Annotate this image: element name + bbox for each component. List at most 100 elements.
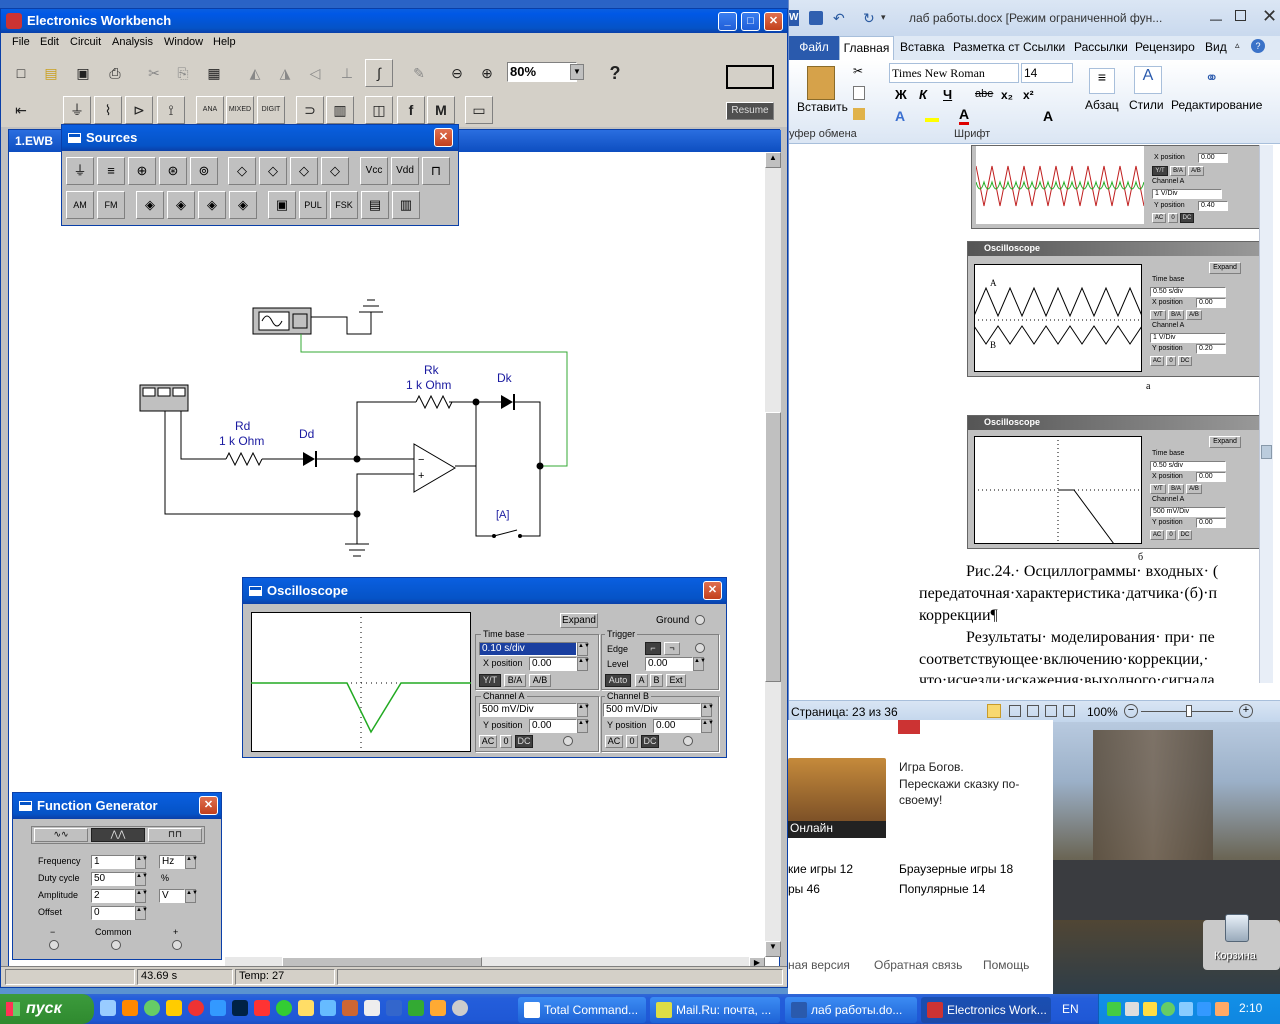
transistors-bin-icon[interactable]: ⟟ [157, 96, 185, 124]
source-ac-current-icon[interactable]: ⊚ [190, 157, 218, 185]
tray-icon-6[interactable] [1197, 1002, 1211, 1016]
footer-feedback[interactable]: Обратная связь [874, 958, 962, 972]
terminal-minus[interactable] [49, 940, 59, 950]
ql-icon-11[interactable] [320, 1000, 336, 1016]
undo-icon[interactable]: ↶ [833, 10, 845, 27]
view-web-icon[interactable] [1027, 705, 1039, 717]
new-file-icon[interactable]: □ [7, 59, 35, 87]
source-ground-2-icon[interactable]: ≡ [97, 157, 125, 185]
scope-probe-wire[interactable] [300, 334, 568, 467]
highlight-icon[interactable] [925, 108, 939, 122]
styles-icon[interactable]: A [1134, 66, 1162, 94]
subscript-button[interactable]: x₂ [1001, 88, 1013, 102]
terminal-common[interactable] [111, 940, 121, 950]
zoom-out-button[interactable]: − [1124, 704, 1138, 718]
paste-button-label[interactable]: Вставить [797, 100, 848, 114]
flip-vertical-icon[interactable]: ◁ [301, 59, 329, 87]
font-name-input[interactable]: Times New Roman [889, 63, 1019, 83]
word-icon[interactable]: W [789, 10, 799, 26]
trigger-b-button[interactable]: B [650, 674, 663, 687]
analog-ic-bin-icon[interactable]: ANA [196, 96, 224, 124]
tray-icon-3[interactable] [1143, 1002, 1157, 1016]
channel-b-scale-input[interactable]: 500 mV/Div [603, 703, 701, 717]
level-spin[interactable]: ▲▼ [693, 657, 706, 671]
opamp[interactable] [413, 443, 456, 493]
word-minimize-button[interactable]: — [1210, 12, 1222, 26]
link-popular[interactable]: Популярные 14 [899, 882, 985, 896]
source-save-icon[interactable]: ▣ [268, 191, 296, 219]
styles-label[interactable]: Стили [1129, 98, 1164, 112]
italic-button[interactable]: К [919, 87, 927, 102]
amplitude-input[interactable]: 2 [91, 889, 135, 903]
indicators-bin-icon[interactable]: ◫ [365, 96, 393, 124]
sources-bin-icon[interactable]: ⏚ [63, 96, 91, 124]
channel-a-scale-spin[interactable]: ▲▼ [577, 703, 590, 717]
source-pwl-1-icon[interactable]: ▤ [361, 191, 389, 219]
paragraph-icon[interactable]: ≡ [1089, 68, 1115, 94]
tab-file[interactable]: Файл [789, 36, 839, 60]
ql-icon-2[interactable] [122, 1000, 138, 1016]
zoom-level[interactable]: 100% [1087, 705, 1118, 719]
basic-bin-icon[interactable]: ⌇ [94, 96, 122, 124]
ql-icon-9[interactable] [276, 1000, 292, 1016]
sine-wave-button[interactable]: ∿∿ [34, 828, 88, 842]
link-browser-games[interactable]: Браузерные игры 18 [899, 862, 1013, 876]
source-ac-voltage-icon[interactable]: ⊛ [159, 157, 187, 185]
find-binoculars-icon[interactable]: ⚭ [1205, 68, 1218, 88]
rotate-icon[interactable]: ◭ [241, 59, 269, 87]
duty-cycle-spin[interactable]: ▲▼ [135, 872, 148, 886]
channel-a-ypos-spin[interactable]: ▲▼ [577, 719, 590, 733]
tab-references[interactable]: Ссылки [1023, 40, 1065, 54]
circuit-vertical-scrollbar[interactable]: ▲ ▼ [765, 152, 781, 957]
oscilloscope-ground-terminal[interactable] [695, 615, 705, 625]
trigger-a-button[interactable]: A [635, 674, 648, 687]
square-wave-button[interactable]: ⊓⊓ [148, 828, 202, 842]
ql-icon-8[interactable] [254, 1000, 270, 1016]
oscilloscope-instrument-icon[interactable] [252, 307, 312, 335]
component-properties-icon[interactable]: ✎ [405, 59, 433, 87]
duty-cycle-input[interactable]: 50 [91, 872, 135, 886]
digital-ic-bin-icon[interactable]: DIGIT [257, 96, 285, 124]
paragraph-label[interactable]: Абзац [1085, 98, 1119, 112]
diode-dk[interactable] [501, 394, 515, 410]
zoom-slider-thumb[interactable] [1186, 705, 1192, 717]
ground-symbol[interactable] [345, 543, 369, 557]
zoom-in-icon[interactable]: ⊕ [473, 59, 501, 87]
source-dc-voltage-icon[interactable]: ⊕ [128, 157, 156, 185]
oscilloscope-expand-button[interactable]: Expand [560, 613, 598, 628]
channel-a-ac-button[interactable]: AC [479, 735, 497, 748]
ewb-close-button[interactable]: ✕ [764, 12, 783, 31]
source-vcc-icon[interactable]: Vcc [360, 157, 388, 185]
trigger-auto-button[interactable]: Auto [605, 674, 631, 687]
zoom-out-icon[interactable]: ⊖ [443, 59, 471, 87]
print-icon[interactable]: ⎙ [101, 59, 129, 87]
menu-circuit[interactable]: Circuit [70, 36, 101, 48]
tray-icon-7[interactable] [1215, 1002, 1229, 1016]
tray-icon-1[interactable] [1107, 1002, 1121, 1016]
copy-icon[interactable] [853, 86, 865, 100]
clock[interactable]: 2:10 [1239, 1001, 1262, 1015]
level-input[interactable]: 0.00 [645, 657, 693, 671]
timebase-spin[interactable]: ▲▼ [577, 642, 590, 656]
channel-a-ypos-input[interactable]: 0.00 [529, 719, 577, 733]
source-ctrl-1-icon[interactable]: ◇ [228, 157, 256, 185]
superscript-button[interactable]: x² [1023, 88, 1034, 102]
tab-view[interactable]: Вид [1205, 40, 1227, 54]
function-generator-instrument-icon[interactable] [139, 384, 189, 412]
tab-home[interactable]: Главная [839, 36, 894, 60]
resistor-rd[interactable] [225, 451, 263, 467]
source-am-icon[interactable]: AM [66, 191, 94, 219]
source-pul-icon[interactable]: PUL [299, 191, 327, 219]
channel-b-zero-button[interactable]: 0 [626, 735, 638, 748]
ewb-maximize-button[interactable]: □ [741, 12, 760, 31]
open-folder-icon[interactable]: ▤ [37, 59, 65, 87]
ql-icon-13[interactable] [364, 1000, 380, 1016]
offset-spin[interactable]: ▲▼ [135, 906, 148, 920]
view-print-layout-icon[interactable] [987, 704, 1001, 718]
circuit-wires[interactable] [164, 401, 541, 544]
instruments-bin-icon[interactable]: ▭ [465, 96, 493, 124]
frequency-input[interactable]: 1 [91, 855, 135, 869]
qat-more-icon[interactable]: ▾ [881, 12, 886, 23]
word-close-button[interactable]: ✕ [1262, 6, 1277, 27]
source-pwl-2-icon[interactable]: ▥ [392, 191, 420, 219]
